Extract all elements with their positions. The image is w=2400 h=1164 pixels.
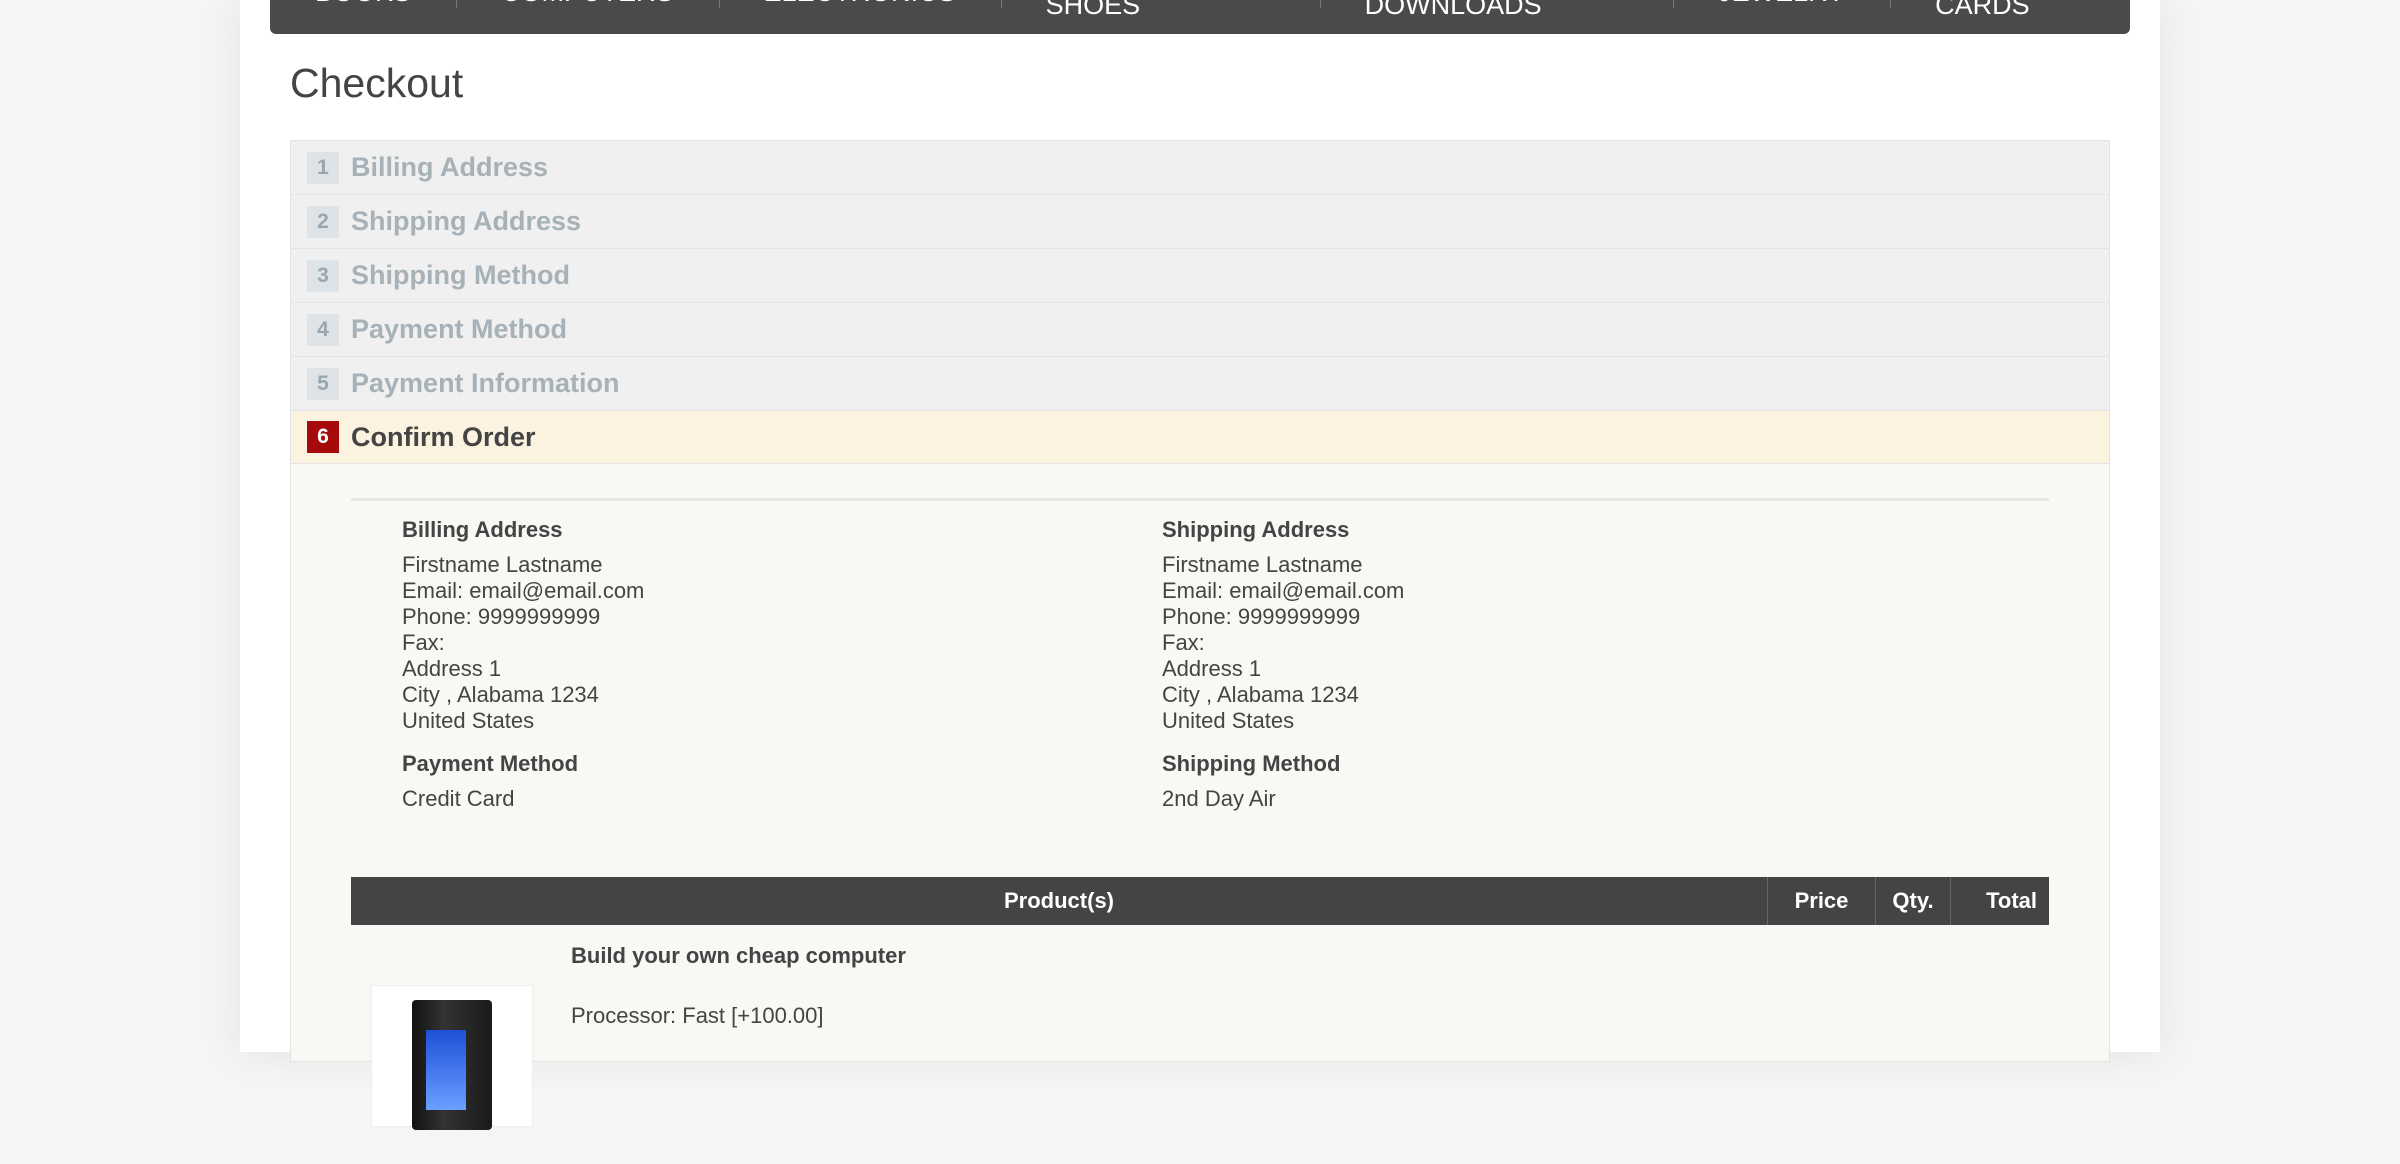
product-image[interactable] — [371, 985, 533, 1130]
step-title: Confirm Order — [351, 421, 536, 452]
step-payment-method[interactable]: 4 Payment Method — [291, 303, 2109, 357]
step-confirm-order: 6 Confirm Order — [291, 411, 2109, 464]
shipping-name: Firstname Lastname — [1162, 552, 1363, 577]
computer-tower-icon — [412, 1000, 492, 1130]
billing-info: Billing Address Firstname Lastname Email… — [402, 514, 644, 812]
payment-method-title: Payment Method — [402, 751, 579, 776]
step-billing-address[interactable]: 1 Billing Address — [291, 141, 2109, 195]
billing-fax: Fax: — [402, 630, 445, 655]
menu-item-computers[interactable]: Computers — [456, 0, 719, 14]
shipping-address-title: Shipping Address — [1162, 517, 1350, 542]
menu-item-gift-cards[interactable]: Gift Cards — [1890, 0, 2130, 19]
step-title: Payment Information — [351, 368, 620, 398]
step-number: 3 — [307, 259, 339, 292]
step-number: 2 — [307, 205, 339, 238]
step-number: 1 — [307, 151, 339, 184]
shipping-country: United States — [1162, 708, 1295, 733]
step-title: Shipping Method — [351, 260, 570, 290]
page-container: Books Computers Electronics Apparel & Sh… — [240, 0, 2160, 1130]
billing-country: United States — [402, 708, 535, 733]
menu-item-digital-downloads[interactable]: Digital downloads — [1319, 0, 1673, 19]
header-products: Product(s) — [351, 877, 1768, 925]
header-total: Total — [1950, 877, 2049, 925]
billing-phone: Phone: 9999999999 — [402, 604, 601, 629]
menu-item-jewelry[interactable]: Jewelry — [1673, 0, 1890, 14]
shipping-email: Email: email@email.com — [1162, 578, 1405, 603]
billing-address-line: Address 1 — [402, 656, 502, 681]
header-qty: Qty. — [1875, 877, 1951, 925]
step-number: 6 — [307, 421, 339, 453]
step-title: Billing Address — [351, 152, 549, 182]
top-menu: Books Computers Electronics Apparel & Sh… — [270, 0, 2130, 34]
product-name[interactable]: Build your own cheap computer — [571, 943, 906, 969]
menu-item-books[interactable]: Books — [270, 0, 456, 14]
header-price: Price — [1767, 877, 1876, 925]
shipping-method-value: 2nd Day Air — [1162, 786, 1276, 811]
menu-item-electronics[interactable]: Electronics — [718, 0, 1001, 14]
step-shipping-method[interactable]: 3 Shipping Method — [291, 249, 2109, 303]
shipping-fax: Fax: — [1162, 630, 1205, 655]
shipping-address-line: Address 1 — [1162, 656, 1262, 681]
cart-header-row: Product(s) Price Qty. Total — [351, 877, 2049, 925]
menu-item-apparel-shoes[interactable]: Apparel & Shoes — [1000, 0, 1320, 19]
shipping-info: Shipping Address Firstname Lastname Emai… — [1162, 514, 1404, 812]
shipping-phone: Phone: 9999999999 — [1162, 604, 1361, 629]
billing-address-title: Billing Address — [402, 517, 563, 542]
table-row: Build your own cheap computer Processor:… — [351, 925, 2049, 1130]
billing-name: Firstname Lastname — [402, 552, 603, 577]
divider — [351, 498, 2049, 501]
billing-city: City , Alabama 1234 — [402, 682, 599, 707]
product-attributes: Processor: Fast [+100.00] — [571, 1003, 824, 1028]
billing-email: Email: email@email.com — [402, 578, 645, 603]
step-number: 4 — [307, 313, 339, 346]
step-payment-information[interactable]: 5 Payment Information — [291, 357, 2109, 411]
page-title: Checkout — [290, 60, 464, 106]
shipping-city: City , Alabama 1234 — [1162, 682, 1359, 707]
step-number: 5 — [307, 367, 339, 400]
step-title: Payment Method — [351, 314, 568, 344]
checkout-steps: 1 Billing Address 2 Shipping Address 3 S… — [290, 140, 2110, 1130]
cart-table: Product(s) Price Qty. Total — [351, 877, 2049, 925]
payment-method-value: Credit Card — [402, 786, 515, 811]
step-shipping-address[interactable]: 2 Shipping Address — [291, 195, 2109, 249]
shipping-method-title: Shipping Method — [1162, 751, 1341, 776]
step-title: Shipping Address — [351, 206, 582, 236]
confirm-order-body: Billing Address Firstname Lastname Email… — [291, 464, 2109, 1164]
